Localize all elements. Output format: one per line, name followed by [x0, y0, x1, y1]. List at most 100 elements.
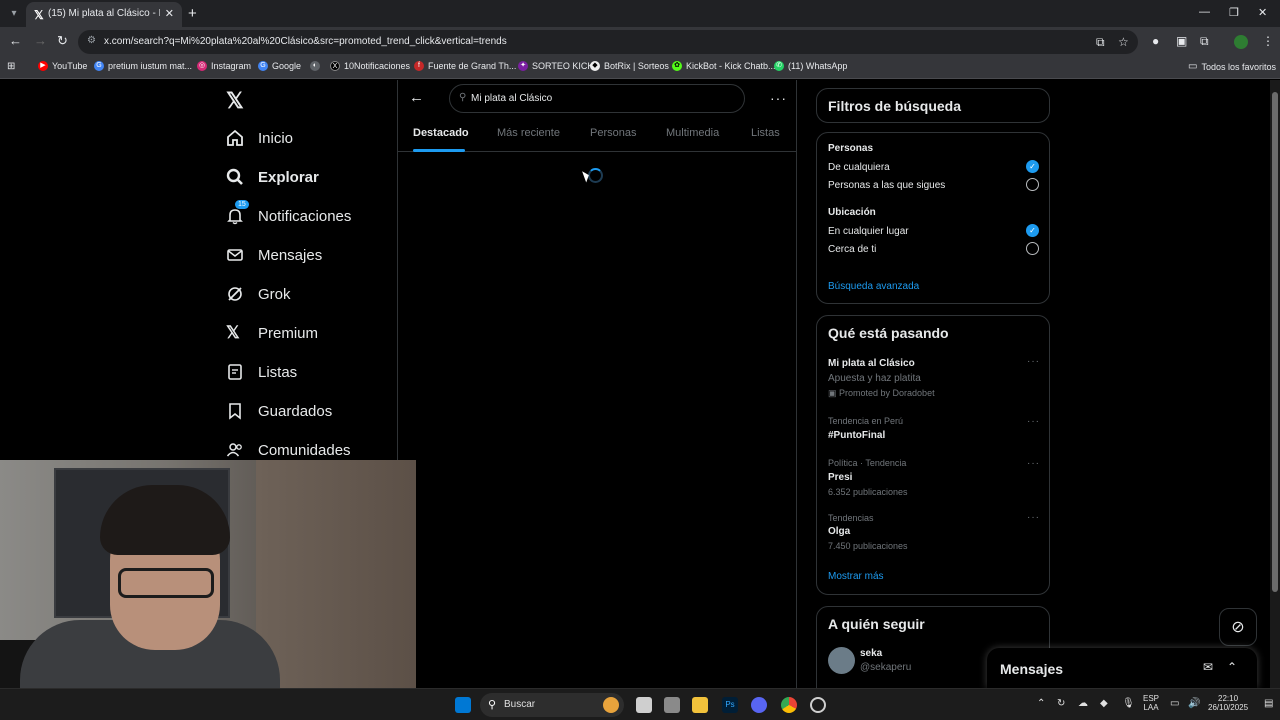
- grok-floating-button[interactable]: ⊘: [1219, 608, 1257, 646]
- notification-center-icon[interactable]: ▤: [1264, 698, 1273, 709]
- browser-menu-icon[interactable]: ⋮: [1262, 34, 1274, 48]
- trend-more-icon[interactable]: ···: [1027, 356, 1040, 367]
- nav-bookmarks[interactable]: Guardados: [226, 397, 332, 425]
- trend-subtitle-1: Apuesta y haz platita: [828, 373, 921, 384]
- tab-multimedia[interactable]: Multimedia: [666, 127, 719, 139]
- bookmark-pretium[interactable]: Gpretium iustum mat...: [94, 61, 192, 71]
- globe-icon: ◐: [310, 61, 320, 71]
- microphone-icon[interactable]: 🎙: [1122, 698, 1135, 709]
- nav-explore[interactable]: Explorar: [226, 163, 319, 191]
- reload-icon[interactable]: ↻: [57, 33, 68, 49]
- app-icon[interactable]: [664, 697, 680, 713]
- follow-name[interactable]: seka: [860, 648, 882, 659]
- back-arrow-icon[interactable]: ←: [409, 89, 424, 106]
- bookmark-globe[interactable]: ◐: [310, 61, 320, 71]
- expand-up-icon[interactable]: ⌃: [1227, 660, 1237, 674]
- extension-icon[interactable]: ●: [1152, 34, 1159, 48]
- radio-anyone-checked[interactable]: ✓: [1026, 160, 1039, 173]
- new-tab-icon[interactable]: +: [188, 5, 197, 22]
- radio-following[interactable]: [1026, 178, 1039, 191]
- notification-badge: 15: [235, 200, 249, 209]
- radio-near-you[interactable]: [1026, 242, 1039, 255]
- cloud-icon[interactable]: ☁: [1078, 698, 1088, 709]
- profile-avatar[interactable]: [1234, 35, 1248, 49]
- nav-home[interactable]: Inicio: [226, 124, 293, 152]
- tab-close-icon[interactable]: ✕: [165, 7, 174, 20]
- forward-icon[interactable]: →: [34, 33, 47, 48]
- botrix-icon: ◆: [590, 61, 600, 71]
- install-app-icon[interactable]: ⧉: [1096, 35, 1105, 50]
- option-anyone[interactable]: De cualquiera: [828, 162, 890, 173]
- browser-tab[interactable]: 𝕏 (15) Mi plata al Clásico - Buscar ✕: [26, 2, 182, 27]
- trend-title-1[interactable]: Mi plata al Clásico: [828, 358, 915, 369]
- bookmark-botrix[interactable]: ◆ BotRix | Sorteos: [590, 61, 669, 71]
- chrome-icon[interactable]: [781, 697, 797, 713]
- nav-premium[interactable]: 𝕏 Premium: [226, 319, 318, 347]
- bookmark-instagram[interactable]: ◎ Instagram: [197, 61, 251, 71]
- tab-personas[interactable]: Personas: [590, 127, 636, 139]
- apps-grid-icon[interactable]: ⊞: [7, 61, 15, 72]
- shield-icon[interactable]: ◆: [1100, 698, 1108, 709]
- radio-anywhere-checked[interactable]: ✓: [1026, 224, 1039, 237]
- site-info-icon[interactable]: ⚙: [87, 35, 96, 46]
- app-icon-2[interactable]: [810, 697, 826, 713]
- extensions-puzzle-icon[interactable]: ⧉: [1200, 34, 1209, 49]
- bookmark-youtube[interactable]: ▶ YouTube: [38, 61, 87, 71]
- tray-chevron-icon[interactable]: ⌃: [1037, 698, 1045, 709]
- nav-grok[interactable]: Grok: [226, 280, 291, 308]
- volume-icon[interactable]: 🔊: [1188, 698, 1200, 709]
- new-message-icon[interactable]: ✉: [1203, 660, 1213, 674]
- option-following[interactable]: Personas a las que sigues: [828, 180, 945, 191]
- option-anywhere[interactable]: En cualquier lugar: [828, 226, 909, 237]
- page-scrollbar[interactable]: [1270, 80, 1280, 688]
- more-options-icon[interactable]: ···: [770, 90, 787, 106]
- trend-title-4[interactable]: Olga: [828, 526, 850, 537]
- close-window-icon[interactable]: ✕: [1258, 6, 1267, 19]
- clock[interactable]: 22:10 26/10/2025: [1208, 694, 1248, 712]
- avatar[interactable]: [828, 647, 855, 674]
- maximize-icon[interactable]: ❐: [1229, 6, 1239, 19]
- bookmark-whatsapp[interactable]: ✆ (11) WhatsApp: [774, 61, 847, 71]
- bookmark-star-icon[interactable]: ☆: [1118, 35, 1129, 49]
- photoshop-icon[interactable]: Ps: [722, 697, 738, 713]
- trend-title-3[interactable]: Presi: [828, 472, 852, 483]
- scrollbar-thumb[interactable]: [1272, 92, 1278, 592]
- search-input[interactable]: ⚲ Mi plata al Clásico: [449, 84, 745, 113]
- bookmark-fuente[interactable]: f Fuente de Grand Th...: [414, 61, 516, 71]
- option-near-you[interactable]: Cerca de ti: [828, 244, 876, 255]
- task-view-icon[interactable]: [636, 697, 652, 713]
- bookmark-kickbot[interactable]: ✿ KickBot - Kick Chatb...: [672, 61, 776, 71]
- windows-start-icon[interactable]: [455, 697, 471, 713]
- advanced-search-link[interactable]: Búsqueda avanzada: [828, 281, 919, 292]
- messages-drawer[interactable]: Mensajes ✉ ⌃: [987, 648, 1257, 688]
- language-indicator[interactable]: ESP LAA: [1143, 694, 1159, 712]
- trend-more-icon[interactable]: ···: [1027, 512, 1040, 523]
- network-icon[interactable]: ▭: [1170, 698, 1179, 709]
- bookmark-sorteo-kick[interactable]: ✦ SORTEO KICK: [518, 61, 593, 71]
- bookmark-10notificaciones[interactable]: X 10Notificaciones: [330, 61, 410, 71]
- x-logo-icon[interactable]: 𝕏: [226, 88, 244, 114]
- trend-title-2[interactable]: #PuntoFinal: [828, 430, 885, 441]
- extension-icon-2[interactable]: ▣: [1176, 34, 1187, 48]
- discord-icon[interactable]: [751, 697, 767, 713]
- trend-more-icon[interactable]: ···: [1027, 458, 1040, 469]
- nav-lists[interactable]: Listas: [226, 358, 297, 386]
- all-bookmarks[interactable]: ▭ Todos los favoritos: [1188, 61, 1276, 72]
- bookmark-google[interactable]: G Google: [258, 61, 301, 71]
- trend-more-icon[interactable]: ···: [1027, 416, 1040, 427]
- minimize-icon[interactable]: —: [1199, 6, 1210, 18]
- tab-destacado[interactable]: Destacado: [413, 127, 469, 139]
- tab-search-icon[interactable]: ▾: [6, 6, 22, 22]
- tab-listas[interactable]: Listas: [751, 127, 780, 139]
- nav-messages[interactable]: Mensajes: [226, 241, 322, 269]
- sorteo-icon: ✦: [518, 61, 528, 71]
- widget-icon[interactable]: [603, 697, 619, 713]
- show-more-link[interactable]: Mostrar más: [828, 571, 884, 582]
- back-icon[interactable]: ←: [9, 33, 22, 48]
- address-bar[interactable]: ⚙ x.com/search?q=Mi%20plata%20al%20Clási…: [78, 30, 1138, 54]
- file-explorer-icon[interactable]: [692, 697, 708, 713]
- tray-sync-icon[interactable]: ↻: [1057, 698, 1065, 709]
- tab-mas-reciente[interactable]: Más reciente: [497, 127, 560, 139]
- nav-notifications[interactable]: 15 Notificaciones: [226, 200, 351, 230]
- grok-icon: ⊘: [1231, 619, 1245, 636]
